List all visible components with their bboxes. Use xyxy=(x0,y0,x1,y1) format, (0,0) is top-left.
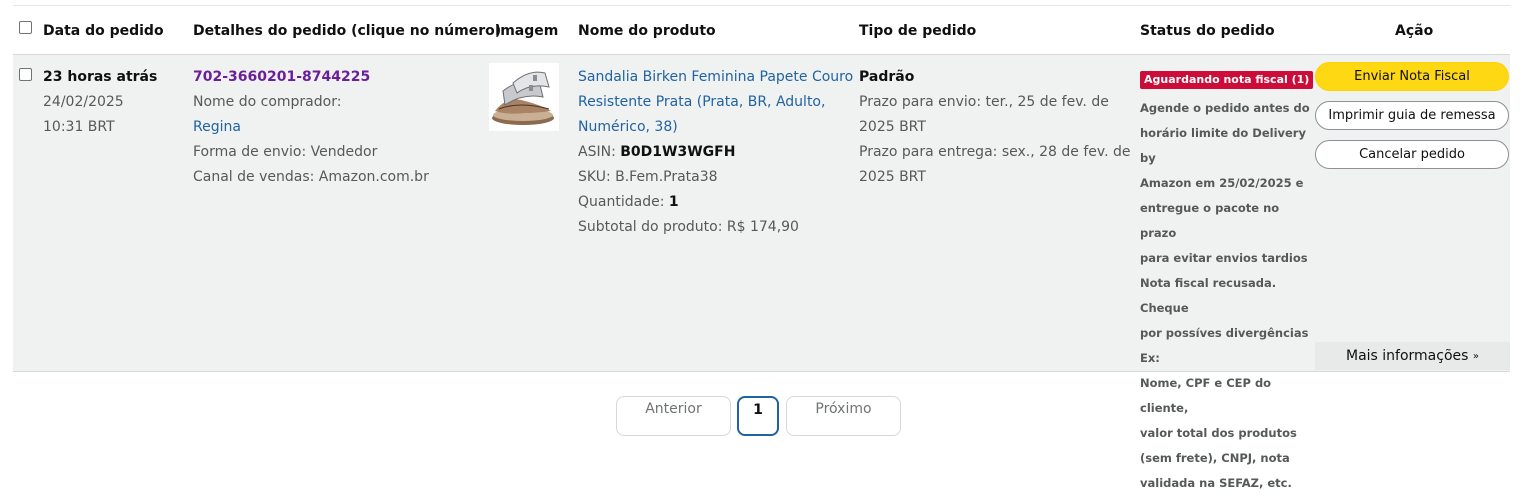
shipping-method: Forma de envio: Vendedor xyxy=(193,144,378,160)
quantity-value: 1 xyxy=(668,194,679,210)
product-cell: Sandalia Birken Feminina Papete Couro Re… xyxy=(578,65,853,240)
status-line: valor total dos produtos xyxy=(1140,426,1297,440)
cancel-order-button[interactable]: Cancelar pedido xyxy=(1315,140,1509,169)
header-order-status: Status do pedido xyxy=(1140,23,1275,39)
double-chevron-down-icon: » xyxy=(1472,351,1480,362)
product-sku: SKU: B.Fem.Prata38 xyxy=(578,169,718,185)
header-image: Imagem xyxy=(495,23,559,39)
product-asin: ASIN: B0D1W3WGFH xyxy=(578,140,853,165)
pagination-current-page[interactable]: 1 xyxy=(737,396,779,436)
delivery-deadline-line-2: 2025 BRT xyxy=(859,169,926,185)
product-title-line-3[interactable]: Numérico, 38) xyxy=(578,115,853,140)
status-line: por possíves divergências Ex: xyxy=(1140,326,1309,365)
more-info-label: Mais informações xyxy=(1345,348,1469,364)
delivery-deadline-line-1: Prazo para entrega: sex., 28 de fev. de xyxy=(859,144,1131,160)
product-image[interactable] xyxy=(489,63,559,131)
status-line: Agende o pedido antes do xyxy=(1140,101,1310,115)
print-shipping-label-button[interactable]: Imprimir guia de remessa xyxy=(1315,101,1509,130)
select-all-checkbox[interactable] xyxy=(19,21,32,34)
buyer-label: Nome do comprador: xyxy=(193,94,342,110)
product-subtotal: Subtotal do produto: R$ 174,90 xyxy=(578,219,799,235)
pagination-next-button[interactable]: Próximo xyxy=(786,396,901,436)
quantity-label: Quantidade: xyxy=(578,194,665,210)
row-checkbox[interactable] xyxy=(19,68,32,81)
header-order-type: Tipo de pedido xyxy=(859,23,977,39)
status-line: entregue o pacote no prazo xyxy=(1140,201,1280,240)
order-time: 10:31 BRT xyxy=(43,119,115,135)
status-line: Nome, CPF e CEP do cliente, xyxy=(1140,376,1272,415)
table-header: Data do pedido Detalhes do pedido (cliqu… xyxy=(13,6,1510,55)
table-row: 23 horas atrás 24/02/2025 10:31 BRT 702-… xyxy=(13,55,1510,490)
status-line: Amazon em 25/02/2025 e xyxy=(1140,176,1304,190)
status-line: validada na SEFAZ, etc. xyxy=(1140,476,1292,490)
product-title-line-1[interactable]: Sandalia Birken Feminina Papete Couro xyxy=(578,65,853,90)
sales-channel: Canal de vendas: Amazon.com.br xyxy=(193,169,429,185)
order-type-cell: Padrão Prazo para envio: ter., 25 de fev… xyxy=(859,65,1130,190)
status-description: Agende o pedido antes do horário limite … xyxy=(1140,96,1315,496)
header-product-name: Nome do produto xyxy=(578,23,716,39)
order-date: 24/02/2025 xyxy=(43,94,124,110)
status-line: Nota fiscal recusada. Cheque xyxy=(1140,276,1277,315)
order-number-link[interactable]: 702-3660201-8744225 xyxy=(193,65,429,90)
orders-table: Data do pedido Detalhes do pedido (cliqu… xyxy=(13,5,1510,490)
asin-label: ASIN: xyxy=(578,144,616,160)
header-action: Ação xyxy=(1395,23,1434,39)
pagination-previous-button[interactable]: Anterior xyxy=(616,396,731,436)
order-status-cell: Aguardando nota fiscal (1) Agende o pedi… xyxy=(1140,67,1315,496)
send-invoice-button[interactable]: Enviar Nota Fiscal xyxy=(1315,62,1509,91)
status-line: horário limite do Delivery by xyxy=(1140,126,1306,165)
status-line: para evitar envios tardios xyxy=(1140,251,1308,265)
header-order-date[interactable]: Data do pedido xyxy=(43,23,164,39)
status-badge: Aguardando nota fiscal (1) xyxy=(1140,71,1314,89)
status-line: (sem frete), CNPJ, nota xyxy=(1140,451,1290,465)
asin-value: B0D1W3WGFH xyxy=(620,144,736,160)
buyer-name-link[interactable]: Regina xyxy=(193,115,429,140)
order-type: Padrão xyxy=(859,69,915,85)
order-date-cell: 23 horas atrás 24/02/2025 10:31 BRT xyxy=(43,65,157,140)
order-date-relative: 23 horas atrás xyxy=(43,69,158,85)
order-details-cell: 702-3660201-8744225 Nome do comprador: R… xyxy=(193,65,429,190)
ship-deadline-line-1: Prazo para envio: ter., 25 de fev. de xyxy=(859,94,1109,110)
ship-deadline-line-2: 2025 BRT xyxy=(859,119,926,135)
product-quantity: Quantidade: 1 xyxy=(578,190,853,215)
header-order-details: Detalhes do pedido (clique no número) xyxy=(193,23,502,39)
product-title-line-2[interactable]: Resistente Prata (Prata, BR, Adulto, xyxy=(578,90,853,115)
more-info-button[interactable]: Mais informações » xyxy=(1315,342,1510,370)
